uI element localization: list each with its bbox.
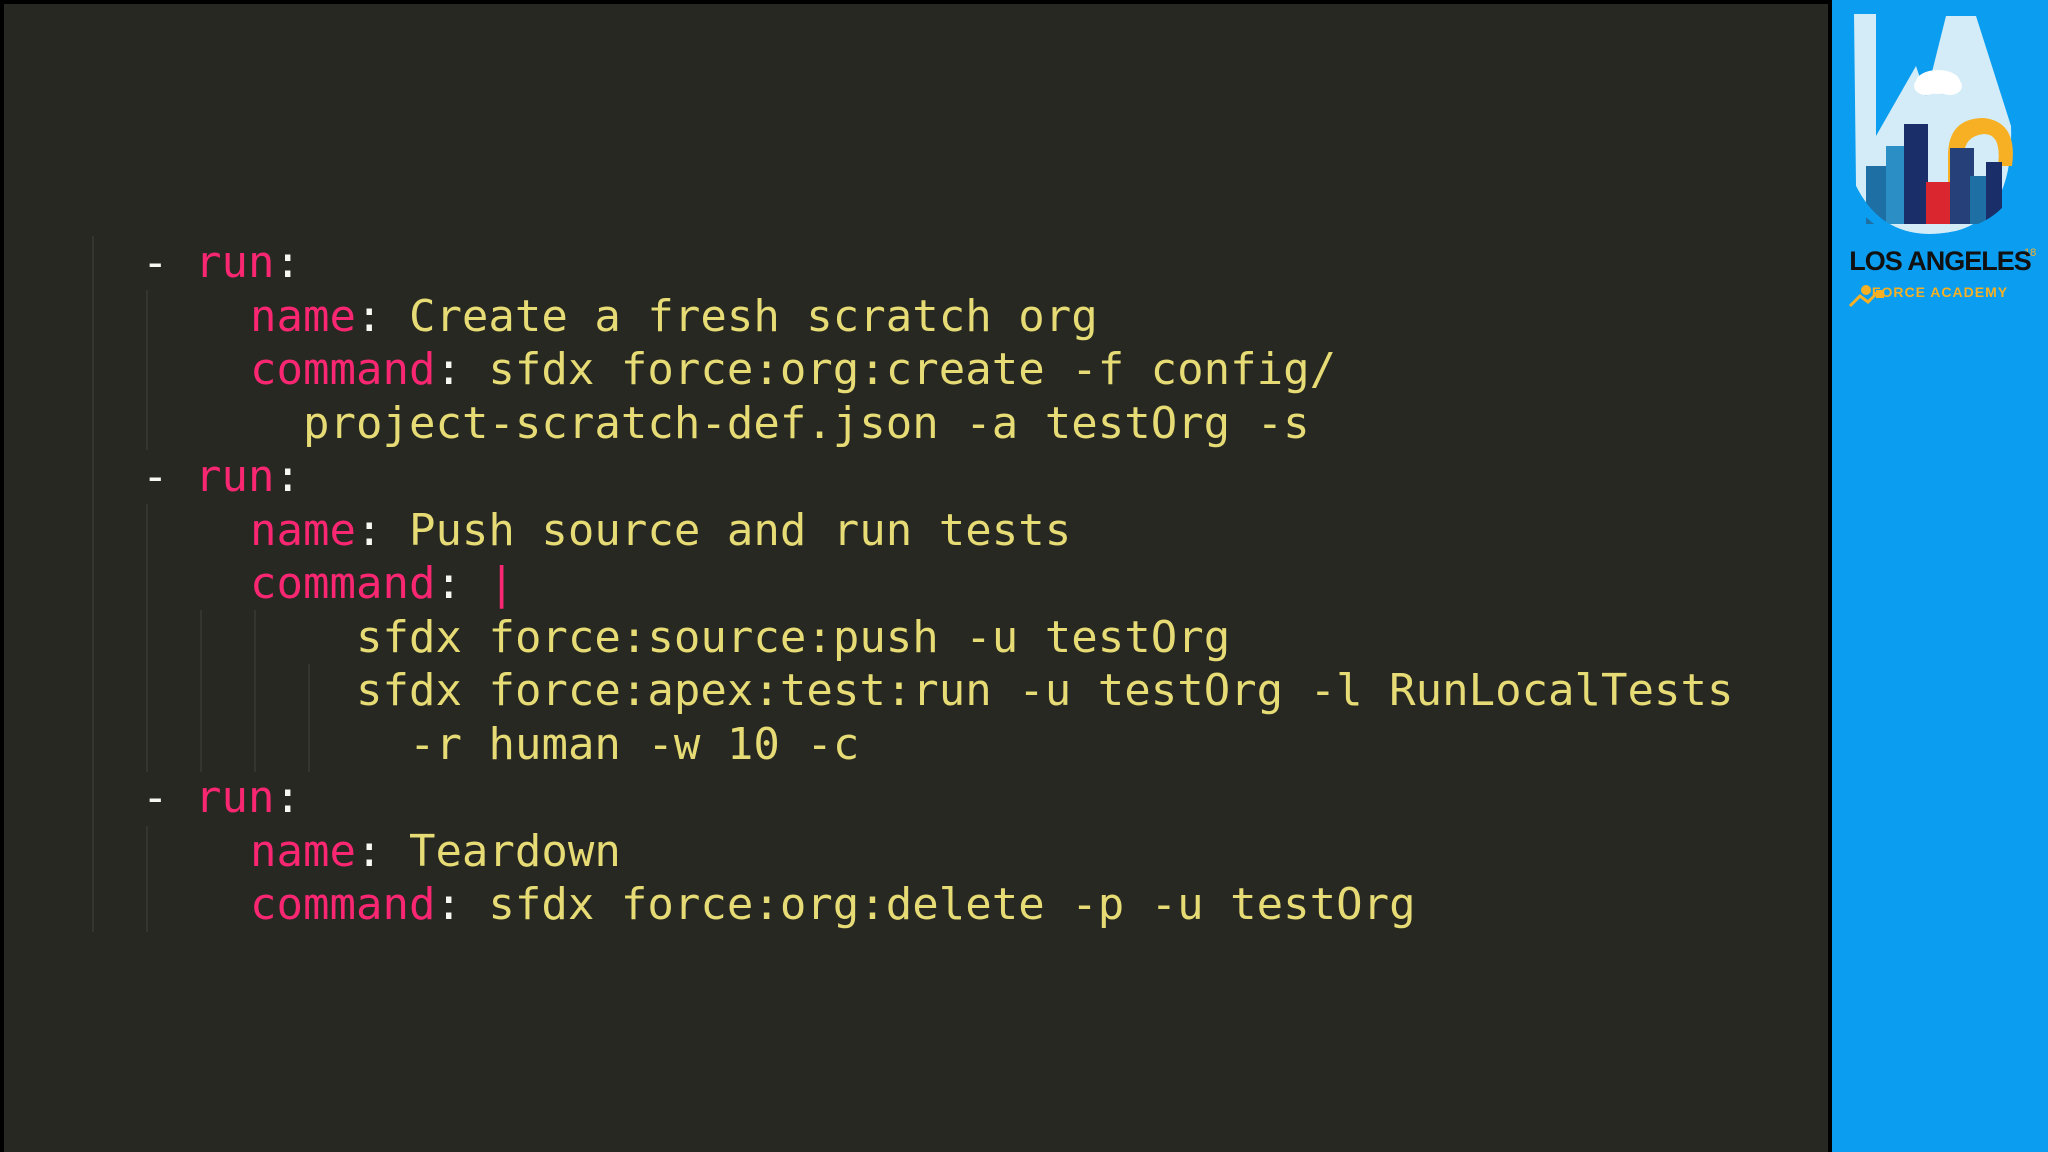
yaml-punct: : [355,825,409,877]
brand-subtitle: FORCE ACADEMY [1871,284,2009,300]
yaml-punct: : [274,237,301,288]
yaml-value: sfdx force:source:push -u testOrg [356,611,1231,663]
yaml-punct: : [435,879,489,930]
code-line: - run: [142,771,301,825]
brand-sidebar: 18 LOS ANGELES FORCE ACADEMY [1832,0,2048,1152]
code-line: command: | [250,557,515,611]
yaml-key: command [250,344,436,395]
code-line: sfdx force:apex:test:run -u testOrg -l R… [356,664,1734,718]
yaml-value: Create a fresh scratch org [408,290,1098,342]
yaml-key: name [250,504,356,556]
yaml-key: command [250,558,436,609]
yaml-punct: : [435,558,489,609]
block-scalar-pipe: | [488,558,515,609]
code-line: - run: [142,236,301,290]
yaml-key: name [250,290,356,342]
list-dash: - [142,237,195,288]
yaml-value: project-scratch-def.json -a testOrg -s [303,397,1310,449]
code-line: name: Teardown [250,825,621,879]
list-dash: - [142,451,195,502]
yaml-value: sfdx force:org:create -f config/ [488,344,1337,395]
yaml-punct: : [435,344,489,395]
yaml-key: command [250,879,436,930]
code-line: sfdx force:source:push -u testOrg [356,611,1230,665]
yaml-key: run [194,451,275,502]
yaml-value: sfdx force:apex:test:run -u testOrg -l R… [356,665,1734,716]
code-line: command: sfdx force:org:create -f config… [250,343,1336,397]
brand-city: LOS ANGELES [1849,246,2032,276]
code-line: name: Create a fresh scratch org [250,290,1098,344]
yaml-key: run [194,772,275,823]
yaml-value: Push source and run tests [408,504,1072,556]
yaml-value: Teardown [408,825,621,877]
list-dash: - [142,772,195,823]
yaml-value: -r human -w 10 -c [409,718,860,770]
yaml-punct: : [355,290,409,342]
code-line: project-scratch-def.json -a testOrg -s [303,397,1310,451]
yaml-punct: : [355,504,409,556]
yaml-value: sfdx force:org:delete -p -u testOrg [488,879,1416,930]
yaml-key: name [250,825,356,877]
yaml-punct: : [274,772,301,823]
yaml-punct: : [274,451,301,502]
code-line: name: Push source and run tests [250,504,1071,558]
yaml-code-block: - run: name: Create a fresh scratch org co… [4,4,1828,1152]
code-line: - run: [142,450,301,504]
code-line: -r human -w 10 -c [409,718,859,772]
yaml-key: run [194,237,275,288]
code-line: command: sfdx force:org:delete -p -u tes… [250,878,1416,932]
code-slide: - run: name: Create a fresh scratch org co… [4,4,1828,1152]
